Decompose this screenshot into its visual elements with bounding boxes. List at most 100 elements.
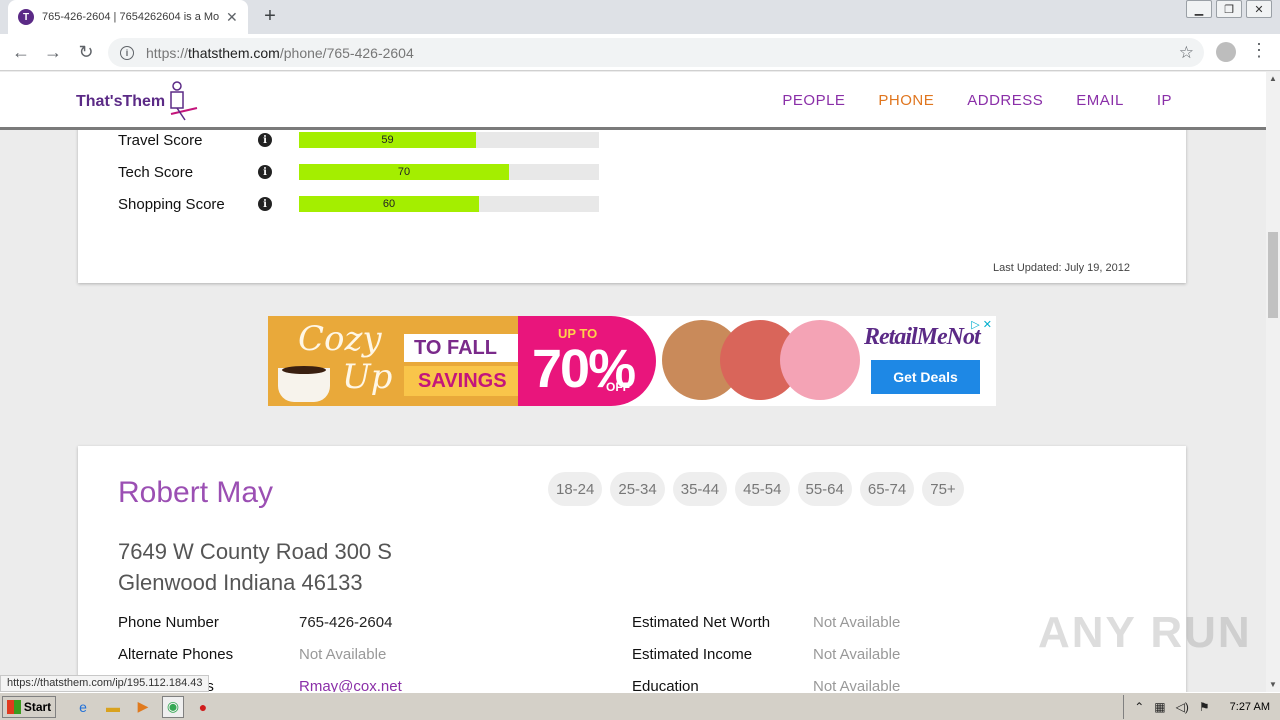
- tab-title: 765-426-2604 | 7654262604 is a Mo: [42, 11, 220, 23]
- scroll-up-icon[interactable]: ▲: [1268, 74, 1278, 84]
- info-icon[interactable]: i: [258, 165, 272, 179]
- score-row-tech: Tech Score i 70: [118, 162, 599, 182]
- page-viewport: That'sThem PEOPLE PHONE ADDRESS EMAIL IP…: [0, 72, 1266, 692]
- ad-savings: SAVINGS: [404, 366, 534, 396]
- age-pill[interactable]: 18-24: [548, 472, 603, 506]
- info-icon[interactable]: i: [258, 133, 272, 147]
- browser-tabstrip: T 765-426-2604 | 7654262604 is a Mo ✕ + …: [0, 0, 1280, 34]
- email-link[interactable]: Rmay@cox.net: [299, 678, 402, 692]
- page-scrollbar[interactable]: ▲ ▼: [1266, 72, 1280, 692]
- windows-logo-icon: [6, 699, 21, 714]
- volume-icon[interactable]: ◁): [1176, 700, 1189, 714]
- score-bar-track: 59: [299, 132, 599, 148]
- reload-icon[interactable]: ↻: [75, 41, 97, 63]
- score-row-travel: Travel Score i 59: [118, 130, 599, 150]
- flag-icon[interactable]: ⚑: [1199, 700, 1210, 714]
- address-bar[interactable]: i https://thatsthem.com/phone/765-426-26…: [108, 38, 1204, 67]
- age-pill[interactable]: 65-74: [859, 472, 915, 506]
- watermark: ANY RUN: [1038, 608, 1252, 657]
- coffee-icon: [282, 366, 326, 374]
- age-pill[interactable]: 55-64: [797, 472, 852, 506]
- field-label: Estimated Income: [632, 646, 753, 663]
- minimize-icon[interactable]: ▁: [1186, 0, 1212, 18]
- bookmark-star-icon[interactable]: ☆: [1179, 43, 1194, 63]
- scroll-thumb[interactable]: [1268, 232, 1278, 318]
- logo-text: That'sThem: [76, 93, 166, 110]
- field-label: Education: [632, 678, 699, 692]
- security-app-icon[interactable]: ●: [192, 696, 214, 718]
- field-label: Estimated Net Worth: [632, 614, 771, 631]
- tab-close-icon[interactable]: ✕: [226, 9, 238, 26]
- forward-arrow-icon[interactable]: →: [42, 41, 64, 63]
- back-arrow-icon[interactable]: ←: [10, 41, 32, 63]
- ad-to-fall: TO FALL: [404, 334, 520, 362]
- age-pill[interactable]: 45-54: [735, 472, 790, 506]
- address-line2: Glenwood Indiana 46133: [118, 570, 363, 595]
- browser-toolbar: ← → ↻ i https://thatsthem.com/phone/765-…: [0, 34, 1280, 71]
- field-phone-number: Phone Number 765-426-2604: [118, 614, 392, 634]
- score-bar-fill: 59: [299, 132, 476, 148]
- chrome-icon[interactable]: ◉: [162, 695, 184, 718]
- profile-avatar-icon[interactable]: [1216, 42, 1236, 62]
- window-controls: ▁ ❐ ✕: [1186, 0, 1272, 18]
- person-card: Robert May 18-24 25-34 35-44 45-54 55-64…: [78, 446, 1186, 692]
- field-education: Education Not Available: [632, 678, 900, 692]
- tray-expand-icon[interactable]: ⌃: [1134, 700, 1144, 714]
- score-bar-fill: 70: [299, 164, 509, 180]
- age-pill[interactable]: 25-34: [610, 472, 665, 506]
- nav-ip[interactable]: IP: [1157, 92, 1172, 109]
- field-label: Phone Number: [118, 614, 219, 631]
- field-alternate-phones: Alternate Phones Not Available: [118, 646, 386, 666]
- score-bar-track: 70: [299, 164, 599, 180]
- ad-banner[interactable]: Cozy Up TO FALL SAVINGS UP TO 70% OFF Ret…: [268, 316, 996, 406]
- score-bar-track: 60: [299, 196, 599, 212]
- score-label: Tech Score: [118, 163, 194, 181]
- network-icon[interactable]: ▦: [1154, 700, 1165, 714]
- internet-explorer-icon[interactable]: e: [72, 696, 94, 718]
- browser-tab[interactable]: T 765-426-2604 | 7654262604 is a Mo ✕: [8, 0, 248, 34]
- ad-choices-icon[interactable]: ▷ ✕: [971, 318, 992, 331]
- start-label: Start: [23, 699, 52, 714]
- age-pill[interactable]: 35-44: [672, 472, 728, 506]
- nav-address[interactable]: ADDRESS: [967, 92, 1043, 109]
- field-net-worth: Estimated Net Worth Not Available: [632, 614, 900, 634]
- field-value: 765-426-2604: [299, 614, 393, 631]
- site-favicon-icon: T: [18, 9, 34, 25]
- folder-icon[interactable]: ▬: [102, 696, 124, 718]
- field-value: Not Available: [813, 614, 901, 631]
- address-line1: 7649 W County Road 300 S: [118, 539, 392, 564]
- url-text: https://thatsthem.com/phone/765-426-2604: [146, 44, 414, 61]
- nav-email[interactable]: EMAIL: [1076, 92, 1124, 109]
- ad-shoes-image: [780, 320, 860, 400]
- logo-figure-icon: [170, 81, 198, 121]
- field-value: Not Available: [813, 646, 901, 663]
- status-bar-url: https://thatsthem.com/ip/195.112.184.43: [0, 675, 210, 692]
- field-value: Not Available: [813, 678, 901, 692]
- person-address[interactable]: 7649 W County Road 300 S Glenwood Indian…: [118, 536, 392, 598]
- score-label: Travel Score: [118, 131, 203, 149]
- age-range-filter: 18-24 25-34 35-44 45-54 55-64 65-74 75+: [548, 472, 964, 506]
- site-info-icon[interactable]: i: [120, 45, 134, 60]
- restore-icon[interactable]: ❐: [1216, 0, 1242, 18]
- browser-menu-icon[interactable]: ⋮: [1250, 40, 1268, 61]
- score-row-shopping: Shopping Score i 60: [118, 194, 599, 214]
- info-icon[interactable]: i: [258, 197, 272, 211]
- nav-people[interactable]: PEOPLE: [782, 92, 845, 109]
- site-nav: PEOPLE PHONE ADDRESS EMAIL IP: [782, 92, 1172, 109]
- window-close-icon[interactable]: ✕: [1246, 0, 1272, 18]
- media-player-icon[interactable]: ▶: [132, 696, 154, 718]
- age-pill[interactable]: 75+: [922, 472, 964, 506]
- field-label: Alternate Phones: [118, 646, 234, 663]
- taskbar: Start e ▬ ▶ ◉ ● ⌃ ▦ ◁) ⚑ 7:27 AM: [0, 692, 1280, 720]
- field-value: Not Available: [299, 646, 387, 663]
- system-tray: ⌃ ▦ ◁) ⚑ 7:27 AM: [1123, 695, 1280, 719]
- field-income: Estimated Income Not Available: [632, 646, 900, 666]
- get-deals-button[interactable]: Get Deals: [871, 360, 980, 394]
- scroll-down-icon[interactable]: ▼: [1268, 680, 1278, 690]
- new-tab-plus-icon[interactable]: +: [258, 4, 282, 28]
- site-logo[interactable]: That'sThem: [76, 80, 201, 124]
- nav-phone[interactable]: PHONE: [878, 92, 934, 109]
- person-name[interactable]: Robert May: [118, 476, 273, 510]
- start-button[interactable]: Start: [2, 695, 56, 718]
- clock: 7:27 AM: [1229, 701, 1270, 713]
